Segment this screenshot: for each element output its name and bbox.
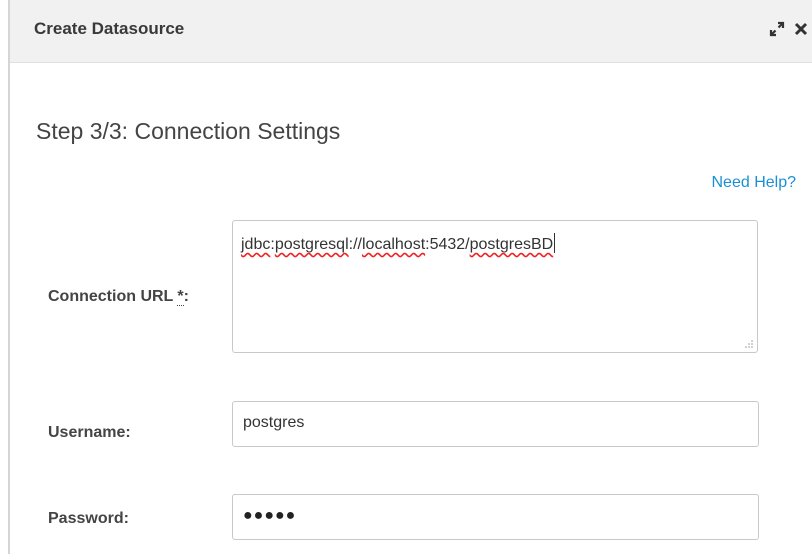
password-input[interactable]: ●●●●● <box>232 494 759 540</box>
dialog-title-actions <box>768 20 810 38</box>
url-part-driver: postgresql <box>274 236 349 253</box>
need-help-link[interactable]: Need Help? <box>712 174 797 192</box>
dialog-title: Create Datasource <box>34 19 185 38</box>
url-part-port: :5432/ <box>425 236 470 253</box>
dialog-titlebar: Create Datasource <box>10 0 812 63</box>
connection-url-label: Connection URL *: <box>48 288 189 306</box>
close-icon[interactable] <box>792 20 810 38</box>
expand-icon[interactable] <box>768 20 786 38</box>
connection-url-value: jdbc:postgresql://localhost:5432/postgre… <box>241 233 556 254</box>
connection-url-textarea[interactable]: jdbc:postgresql://localhost:5432/postgre… <box>232 220 758 353</box>
username-label: Username: <box>48 424 131 441</box>
password-masked-value: ●●●●● <box>243 507 297 524</box>
dialog-left-border <box>8 0 10 554</box>
url-part-host: localhost <box>361 236 426 253</box>
url-part-scheme: jdbc <box>241 236 271 253</box>
url-part-separator: :// <box>348 236 362 253</box>
url-part-database: postgresBD <box>469 236 554 253</box>
text-caret <box>554 233 556 253</box>
resize-grip-icon[interactable] <box>745 340 753 348</box>
password-label: Password: <box>48 510 129 527</box>
create-datasource-dialog: Create Datasource Step 3/3: Connection S… <box>0 0 812 554</box>
step-heading: Step 3/3: Connection Settings <box>36 118 341 144</box>
connection-url-label-suffix: : <box>183 288 189 305</box>
connection-url-label-text: Connection URL <box>48 288 174 305</box>
username-input[interactable]: postgres <box>232 401 759 447</box>
